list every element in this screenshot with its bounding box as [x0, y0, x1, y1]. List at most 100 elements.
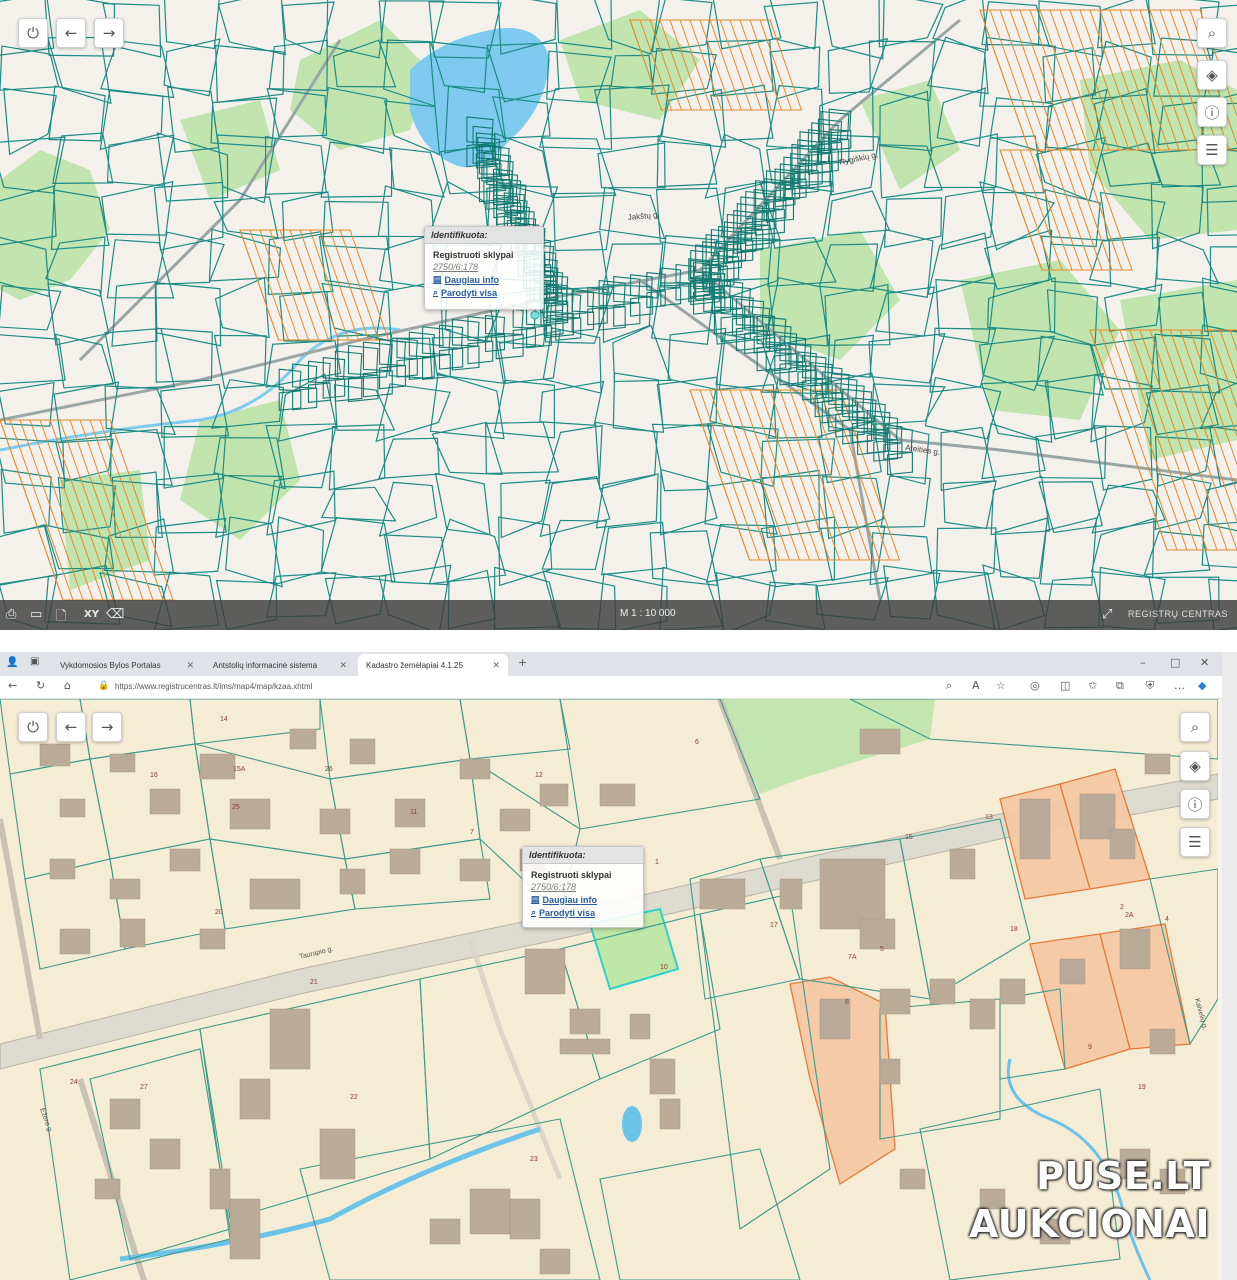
overview-map-canvas[interactable]: Jakštų g. Rygiškių g. Ateities g.	[0, 0, 1237, 630]
favorites-bar-icon[interactable]: ✩	[1088, 679, 1097, 692]
copilot-icon[interactable]: ◆	[1198, 679, 1206, 692]
building	[539, 1248, 571, 1275]
more-info-link[interactable]: ▤ Daugiau info	[425, 272, 543, 285]
building	[524, 948, 566, 995]
back-button[interactable]: ←	[56, 18, 86, 48]
parcel-number-link[interactable]: 2750/6:178	[523, 882, 643, 892]
back-arrow-icon: ←	[64, 718, 78, 736]
minimize-icon[interactable]: –	[1140, 656, 1146, 669]
print-icon[interactable]: ⎙	[6, 607, 16, 622]
parcel-number-link[interactable]: 2750/6:178	[425, 262, 543, 272]
house-number: 5	[880, 946, 884, 953]
tab-antstoliu[interactable]: Antstolių informacinė sistema ✕	[205, 654, 355, 676]
building	[1019, 798, 1051, 860]
eraser-icon[interactable]: ⌫	[106, 607, 124, 622]
building	[819, 858, 886, 930]
layers-icon: ◈	[1206, 66, 1218, 84]
coordinates-button[interactable]: XY	[84, 609, 99, 620]
read-aloud-icon[interactable]: A	[972, 679, 980, 692]
house-number: 21	[310, 979, 318, 986]
show-all-link[interactable]: ⌕ Parodyti visa	[425, 285, 543, 298]
identify-popup: Identifikuota: Registruoti sklypai 2750/…	[522, 846, 644, 928]
tab-kadastro[interactable]: Kadastro žemėlapiai 4.1.25 ✕	[358, 654, 508, 676]
forward-arrow-icon: →	[102, 24, 116, 42]
search-icon: ⌕	[1207, 24, 1217, 42]
forward-button[interactable]: →	[92, 712, 122, 742]
legend-button[interactable]: ☰	[1180, 827, 1210, 857]
house-number: 14	[220, 716, 228, 723]
forward-button[interactable]: →	[94, 18, 124, 48]
building	[239, 1078, 271, 1120]
building	[109, 878, 141, 900]
house-number: 2A	[1125, 912, 1134, 919]
url-field[interactable]: https://www.registrucentras.lt/ims/map4/…	[115, 680, 935, 694]
zoom-icon[interactable]: ⌕	[946, 679, 952, 693]
building	[94, 1178, 121, 1200]
search-icon: ⌕	[1190, 718, 1200, 736]
tab-bar: 👤 ▣ Vykdomosios Bylos Portalas ✕ Antstoli…	[0, 652, 1222, 676]
house-number: 17	[770, 922, 778, 929]
provider-logo: REGISTRŲ CENTRAS	[1128, 609, 1229, 619]
layers-button[interactable]: ◈	[1197, 60, 1227, 90]
info-button[interactable]: ⓘ	[1197, 97, 1227, 127]
show-all-link[interactable]: ⌕ Parodyti visa	[523, 905, 643, 918]
building	[499, 808, 531, 832]
more-info-link[interactable]: ▤ Daugiau info	[523, 892, 643, 905]
building	[109, 1098, 141, 1130]
more-icon[interactable]: …	[1174, 679, 1185, 692]
search-button[interactable]: ⌕	[1197, 18, 1227, 48]
tab-actions-icon[interactable]: ▣	[30, 656, 39, 667]
house-number: 9	[1088, 1044, 1092, 1051]
back-nav-icon[interactable]: ←	[8, 679, 17, 692]
home-icon[interactable]: ⌂	[64, 679, 71, 692]
building	[249, 878, 301, 910]
building	[879, 1058, 901, 1085]
back-button[interactable]: ←	[56, 712, 86, 742]
layers-button[interactable]: ◈	[1180, 751, 1210, 781]
building	[859, 728, 901, 755]
history-button[interactable]: ⏻	[18, 18, 48, 48]
split-screen-icon[interactable]: ◫	[1060, 679, 1070, 692]
info-button[interactable]: ⓘ	[1180, 789, 1210, 819]
collections-icon[interactable]: ⧉	[1116, 679, 1124, 693]
watermark-line-2: AUKCIONAI	[968, 1202, 1210, 1246]
search-button[interactable]: ⌕	[1180, 712, 1210, 742]
reload-icon[interactable]: ↻	[36, 679, 45, 692]
house-number: 16	[150, 772, 158, 779]
info-icon: ⓘ	[1187, 795, 1203, 814]
building	[1149, 1028, 1176, 1055]
close-tab-icon[interactable]: ✕	[186, 660, 194, 671]
ruler-icon[interactable]: ▭	[30, 607, 42, 622]
close-tab-icon[interactable]: ✕	[339, 660, 347, 671]
fullscreen-icon[interactable]: ⤢	[1102, 607, 1112, 622]
identify-popup: Identifikuota: Registruoti sklypai 2750/…	[424, 226, 544, 310]
overview-map[interactable]: Jakštų g. Rygiškių g. Ateities g. ⏻ ← → …	[0, 0, 1237, 630]
extension-icon[interactable]: ◎	[1030, 679, 1040, 692]
house-number: 15A	[233, 766, 246, 773]
new-tab-button[interactable]: +	[518, 656, 527, 669]
house-number: 11	[410, 809, 417, 816]
shield-icon[interactable]: ⛨	[1146, 679, 1154, 693]
building	[659, 1098, 681, 1130]
legend-button[interactable]: ☰	[1197, 135, 1227, 165]
close-window-icon[interactable]: ✕	[1200, 656, 1209, 669]
house-number: 27	[140, 1084, 148, 1091]
house-number: 26	[325, 766, 333, 773]
document-icon: ▤	[433, 274, 442, 284]
building	[269, 1008, 311, 1070]
maximize-icon[interactable]: □	[1170, 656, 1180, 669]
favorite-icon[interactable]: ☆	[996, 679, 1006, 692]
building	[879, 988, 911, 1015]
profile-icon[interactable]: 👤	[6, 657, 18, 668]
close-tab-icon[interactable]: ✕	[492, 660, 500, 671]
building	[119, 918, 146, 948]
page-scrollbar[interactable]	[1222, 652, 1237, 1280]
history-button[interactable]: ⏻	[18, 712, 48, 742]
scale-label: M 1 : 10 000	[620, 608, 676, 619]
layers-icon: ◈	[1189, 757, 1201, 775]
forward-arrow-icon: →	[100, 718, 114, 736]
tab-vykdomosios[interactable]: Vykdomosios Bylos Portalas ✕	[52, 654, 202, 676]
show-all-label: Parodyti visa	[441, 287, 498, 298]
info-icon: ⓘ	[1204, 103, 1220, 122]
export-icon[interactable]: 🗋	[56, 607, 66, 629]
